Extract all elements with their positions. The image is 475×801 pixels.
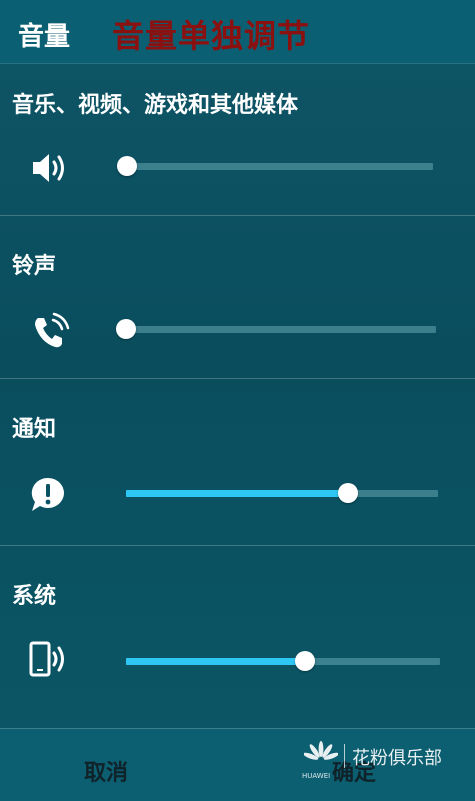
section-label-media: 音乐、视频、游戏和其他媒体: [12, 93, 299, 118]
watermark-divider: [344, 744, 345, 768]
slider-thumb[interactable]: [116, 319, 136, 339]
notification-bubble-icon: [28, 475, 68, 515]
slider-track: [126, 326, 436, 333]
slider-fill: [126, 490, 348, 497]
volume-section-system: 系统: [0, 546, 475, 728]
system-volume-slider[interactable]: [126, 650, 440, 674]
overlay-caption: 音量单独调节: [112, 17, 311, 55]
section-label-notification: 通知: [12, 417, 57, 442]
speaker-icon: [30, 148, 70, 188]
volume-section-notification: 通知: [0, 379, 475, 545]
device-sound-icon: [28, 640, 68, 680]
slider-fill: [126, 658, 305, 665]
ringtone-volume-slider[interactable]: [116, 318, 436, 342]
phone-ring-icon: [30, 312, 70, 352]
media-volume-slider[interactable]: [117, 155, 433, 179]
title-bar: 音量 音量单独调节: [0, 0, 475, 64]
section-label-ringtone: 铃声: [12, 254, 57, 279]
slider-thumb[interactable]: [117, 156, 137, 176]
watermark-text: 花粉俱乐部: [352, 748, 442, 769]
slider-thumb[interactable]: [295, 651, 315, 671]
volume-section-ringtone: 铃声: [0, 216, 475, 378]
cancel-button[interactable]: 取消: [84, 755, 128, 787]
notification-volume-slider[interactable]: [126, 482, 438, 506]
slider-thumb[interactable]: [338, 483, 358, 503]
watermark-brand: HUAWEI: [302, 772, 331, 780]
dialog-title: 音量: [18, 22, 71, 52]
watermark: HUAWEI 花粉俱乐部: [300, 738, 470, 788]
section-label-system: 系统: [12, 584, 57, 609]
huawei-logo-icon: [304, 741, 338, 760]
volume-section-media: 音乐、视频、游戏和其他媒体: [0, 63, 475, 215]
slider-track: [127, 163, 433, 170]
